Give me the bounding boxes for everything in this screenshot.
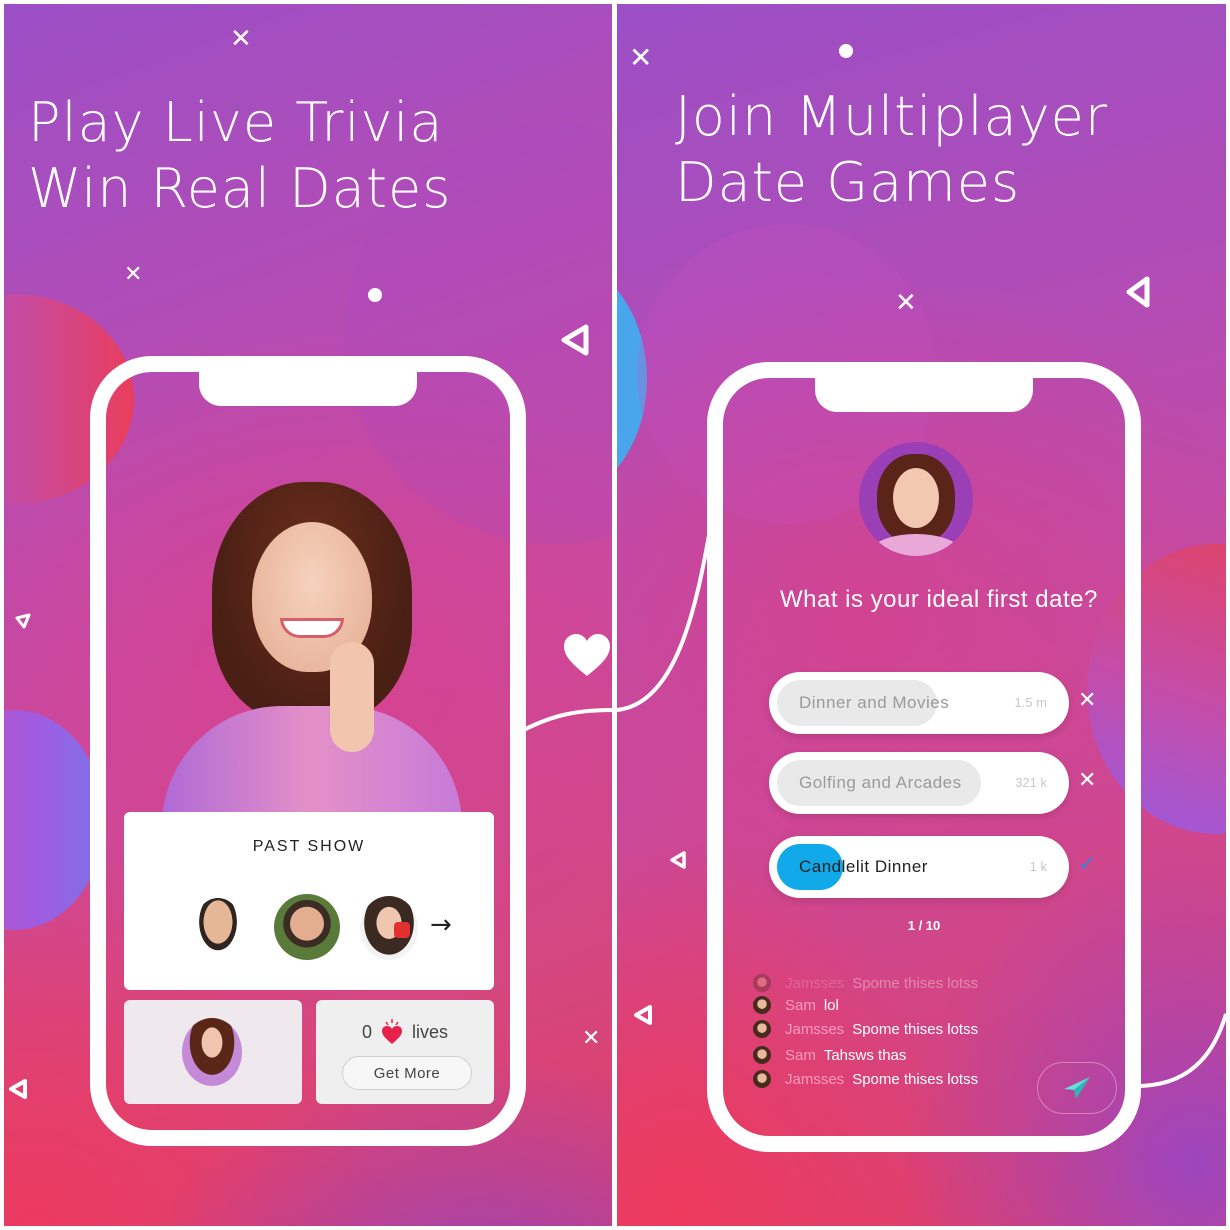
heart-icon xyxy=(382,1019,402,1044)
chat-avatar xyxy=(753,974,771,992)
chat-avatar xyxy=(753,1046,771,1064)
answer-count: 1.5 m xyxy=(1014,695,1047,710)
lives-count: 0 xyxy=(361,1021,372,1042)
answer-option-selected[interactable]: Candlelit Dinner 1 k xyxy=(769,836,1069,898)
host-photo xyxy=(152,482,472,826)
contestant-avatar[interactable] xyxy=(274,894,340,960)
answer-label: Dinner and Movies xyxy=(799,693,950,712)
answer-option[interactable]: Dinner and Movies 1.5 m xyxy=(769,672,1069,734)
past-show-title: PAST SHOW xyxy=(252,838,366,855)
lives-card: 0 lives Get More xyxy=(316,1000,494,1104)
chat-message: Jamsses Spome thises lotss xyxy=(753,1068,978,1090)
contestant-avatar[interactable] xyxy=(194,898,242,958)
chat-feed: Jamsses Spome thises lotss Sam lol Jamss… xyxy=(723,972,1043,1102)
phone-frame: PAST SHOW → 0 lives Get More xyxy=(90,356,526,1146)
past-show-card[interactable]: PAST SHOW → xyxy=(124,812,494,990)
chat-text: Tahsws thas xyxy=(823,1046,907,1064)
arrow-right-icon[interactable]: → xyxy=(430,910,452,940)
answer-label: Candlelit Dinner xyxy=(799,857,928,876)
chat-username: Jamsses xyxy=(785,1070,845,1088)
chat-message: Sam lol xyxy=(753,994,839,1016)
wrong-x-icon: ✕ xyxy=(1078,688,1097,713)
answer-count: 321 k xyxy=(1015,775,1047,790)
host-mini-card[interactable] xyxy=(124,1000,302,1104)
answer-count: 1 k xyxy=(1029,859,1047,874)
chat-avatar xyxy=(753,996,771,1014)
chat-username: Jamsses xyxy=(785,1020,845,1038)
phone-frame: What is your ideal first date? Dinner an… xyxy=(707,362,1141,1152)
chat-message: Sam Tahsws thas xyxy=(753,1044,906,1066)
contestant-avatar[interactable] xyxy=(360,896,418,960)
answer-label: Golfing and Arcades xyxy=(799,773,962,792)
right-promo-panel: Join Multiplayer Date Games ✕ ✕ What is … xyxy=(617,4,1226,1226)
chat-message: Jamsses Spome thises lotss xyxy=(753,1018,978,1040)
correct-check-icon: ✓ xyxy=(1078,852,1097,877)
lives-label: lives xyxy=(412,1021,449,1042)
chat-message: Jamsses Spome thises lotss xyxy=(753,972,978,994)
question-text: What is your ideal first date? xyxy=(780,586,1098,613)
red-heart-prop xyxy=(394,922,410,938)
chat-username: Sam xyxy=(785,1046,816,1064)
answer-option[interactable]: Golfing and Arcades 321 k xyxy=(769,752,1069,814)
left-promo-panel: Play Live Trivia Win Real Dates ✕ ✕ ✕ PA… xyxy=(4,4,612,1226)
paper-plane-icon xyxy=(1064,1077,1090,1099)
host-mini-avatar xyxy=(182,1018,242,1086)
wrong-x-icon: ✕ xyxy=(1078,768,1097,793)
question-progress: 1 / 10 xyxy=(907,918,941,933)
chat-username: Jamsses xyxy=(785,974,845,992)
chat-text: Spome thises lotss xyxy=(852,1020,979,1038)
chat-username: Sam xyxy=(785,996,816,1014)
chat-avatar xyxy=(753,1070,771,1088)
get-more-button[interactable]: Get More xyxy=(342,1056,472,1090)
phone-notch xyxy=(815,378,1033,412)
host-avatar xyxy=(859,442,973,556)
chat-text: Spome thises lotss xyxy=(852,1070,979,1088)
send-button[interactable] xyxy=(1037,1062,1117,1114)
chat-avatar xyxy=(753,1020,771,1038)
chat-text: Spome thises lotss xyxy=(852,974,979,992)
phone-notch xyxy=(199,372,417,406)
chat-text: lol xyxy=(823,996,839,1014)
